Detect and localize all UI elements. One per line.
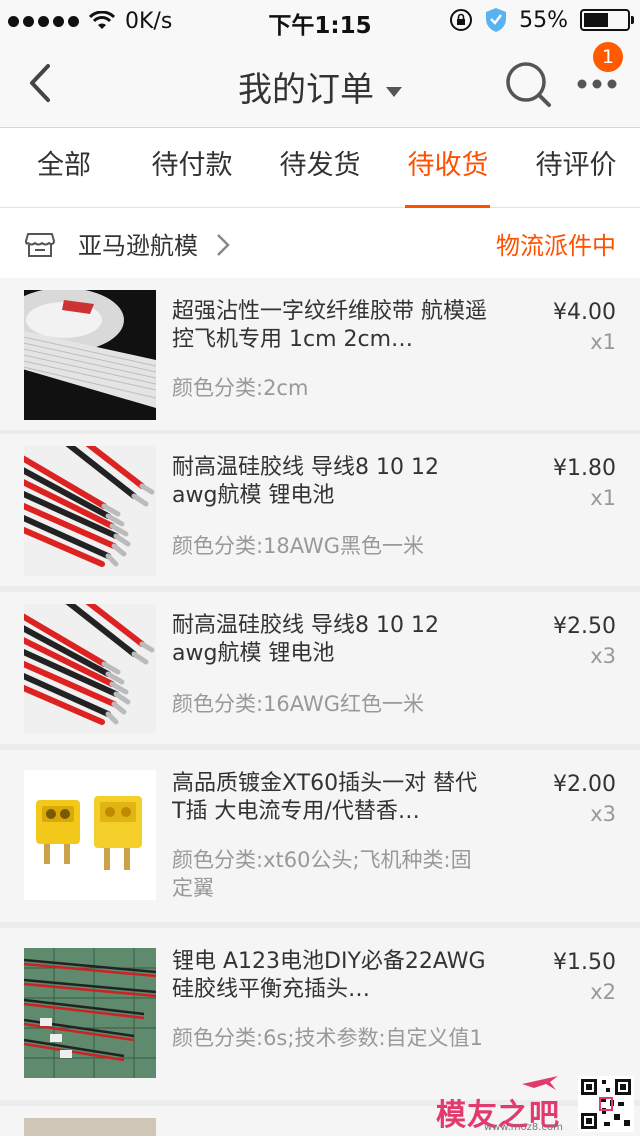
order-item[interactable]: 超强沾性一字纹纤维胶带 航模遥控飞机专用 1cm 2cm… 颜色分类:2cm ¥…: [0, 278, 640, 430]
product-price: ¥2.00: [553, 772, 616, 797]
product-title[interactable]: 耐高温硅胶线 导线8 10 12 awg航模 锂电池: [172, 454, 490, 510]
product-title[interactable]: 超强沾性一字纹纤维胶带 航模遥控飞机专用 1cm 2cm…: [172, 298, 490, 354]
search-icon[interactable]: [502, 58, 554, 110]
product-quantity: x3: [590, 644, 616, 668]
product-sku: 颜色分类:18AWG黑色一米: [172, 534, 425, 558]
tab-pending-receipt[interactable]: 待收货: [384, 128, 512, 208]
status-bar: 0K/s 下午1:15 55%: [0, 0, 640, 40]
order-item[interactable]: 耐高温硅胶线 导线8 10 12 awg航模 锂电池 颜色分类:18AWG黑色一…: [0, 434, 640, 586]
product-image: [24, 604, 156, 734]
product-price: ¥2.50: [553, 614, 616, 639]
status-right: 55%: [449, 6, 634, 34]
product-price: ¥1.80: [553, 456, 616, 481]
more-icon[interactable]: [572, 72, 622, 96]
product-sku: 颜色分类:xt60公头;飞机种类:固定翼: [172, 848, 472, 900]
product-sku: 颜色分类:2cm: [172, 376, 309, 400]
tab-pending-shipment[interactable]: 待发货: [256, 128, 384, 208]
product-quantity: x3: [590, 802, 616, 826]
watermark-url: www.moz8.com: [484, 1122, 563, 1133]
product-image: [24, 1118, 156, 1136]
store-icon: [25, 233, 55, 257]
product-price: ¥4.00: [553, 300, 616, 325]
shipping-status: 物流派件中: [496, 232, 616, 260]
page-title-text: 我的订单: [238, 70, 374, 110]
product-sku: 颜色分类:16AWG红色一米: [172, 692, 425, 716]
product-title[interactable]: 锂电 A123电池DIY必备22AWG硅胶线平衡充插头…: [172, 948, 490, 1004]
shop-header[interactable]: 亚马逊航模 物流派件中: [0, 208, 640, 278]
chevron-right-icon: [217, 234, 230, 256]
product-quantity: x2: [590, 980, 616, 1004]
order-item[interactable]: 高品质镀金XT60插头一对 替代T插 大电流专用/代替香… 颜色分类:xt60公…: [0, 750, 640, 922]
order-tabs: 全部 待付款 待发货 待收货 待评价: [0, 128, 640, 208]
order-item[interactable]: 耐高温硅胶线 导线8 10 12 awg航模 锂电池 颜色分类:16AWG红色一…: [0, 592, 640, 744]
shield-icon: [486, 8, 507, 32]
product-title[interactable]: 耐高温硅胶线 导线8 10 12 awg航模 锂电池: [172, 612, 490, 668]
nav-bar: 我的订单 1: [0, 40, 640, 128]
product-image: [24, 948, 156, 1078]
notification-badge: 1: [593, 42, 623, 72]
product-price: ¥1.50: [553, 950, 616, 975]
qr-code-icon: [578, 1076, 634, 1132]
product-quantity: x1: [590, 330, 616, 354]
product-quantity: x1: [590, 486, 616, 510]
product-image: [24, 446, 156, 576]
product-title[interactable]: 高品质镀金XT60插头一对 替代T插 大电流专用/代替香…: [172, 770, 490, 826]
battery-percent: 55%: [519, 7, 568, 33]
product-sku: 颜色分类:6s;技术参数:自定义值1: [172, 1026, 483, 1050]
tab-pending-review[interactable]: 待评价: [512, 128, 640, 208]
chevron-down-icon: [386, 86, 402, 97]
watermark: 模友之吧 www.moz8.com: [436, 1070, 640, 1136]
rotation-lock-icon: [450, 9, 473, 31]
tab-pending-payment[interactable]: 待付款: [128, 128, 256, 208]
battery-icon: [580, 9, 634, 31]
shop-name[interactable]: 亚马逊航模: [78, 226, 198, 261]
product-image: [24, 290, 156, 420]
product-image: [24, 770, 156, 900]
tab-all[interactable]: 全部: [0, 128, 128, 208]
